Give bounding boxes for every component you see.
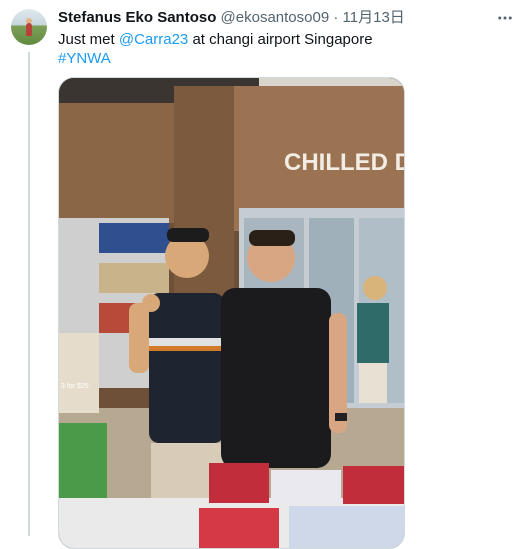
- price-tag-text: 3 for $25: [61, 383, 89, 390]
- man-left-shirt: [149, 293, 224, 443]
- display-stand: [59, 333, 99, 413]
- man-left-arm: [129, 303, 149, 373]
- thread-line: [28, 52, 30, 536]
- man-right-shirt: [221, 288, 331, 468]
- store-sign-text: CHILLED D: [284, 149, 404, 176]
- man-right-watch: [335, 413, 347, 421]
- hashtag-line: #YNWA: [58, 49, 507, 68]
- more-options-button[interactable]: [495, 9, 515, 27]
- avatar-figure-body: [26, 23, 32, 36]
- tweet-text-suffix: at changi airport Singapore: [188, 31, 373, 48]
- product-box-3: [343, 466, 404, 504]
- product-box-1: [209, 463, 269, 503]
- man-right-hair: [249, 230, 295, 246]
- product-box-5: [289, 506, 404, 548]
- tweet-text-line: Just met @Carra23 at changi airport Sing…: [58, 30, 507, 49]
- hashtag-link[interactable]: #YNWA: [58, 50, 111, 67]
- wood-wall-left: [59, 103, 179, 223]
- bg-person-top: [357, 303, 389, 363]
- thumbs-up-hand: [142, 294, 160, 312]
- tweet-header: Stefanus Eko Santoso @ekosantoso09 · 11月…: [58, 9, 487, 27]
- header-separator: ·: [333, 9, 339, 26]
- tweet-photo[interactable]: CHILLED D 3 for $25: [58, 77, 405, 549]
- author-handle[interactable]: @ekosantoso09: [221, 9, 330, 26]
- bg-person-head: [363, 276, 387, 300]
- shelf-boxes-top: [99, 223, 169, 253]
- more-horizontal-icon: [498, 16, 512, 20]
- shelf-boxes-mid: [99, 263, 169, 293]
- man-left-hair: [167, 228, 209, 242]
- tweet-text-prefix: Just met: [58, 31, 119, 48]
- product-box-2: [271, 470, 341, 504]
- avatar[interactable]: [11, 9, 47, 45]
- tweet-text: Just met @Carra23 at changi airport Sing…: [58, 30, 507, 68]
- photo-illustration: CHILLED D 3 for $25: [59, 78, 404, 548]
- mention-link[interactable]: @Carra23: [119, 31, 188, 48]
- tweet-date[interactable]: 11月13日: [343, 9, 405, 26]
- man-left-stripe-2: [149, 346, 224, 351]
- bg-person-skirt: [359, 363, 387, 403]
- man-left-stripe-1: [149, 338, 224, 346]
- product-box-4: [199, 508, 279, 548]
- author-name[interactable]: Stefanus Eko Santoso: [58, 9, 216, 26]
